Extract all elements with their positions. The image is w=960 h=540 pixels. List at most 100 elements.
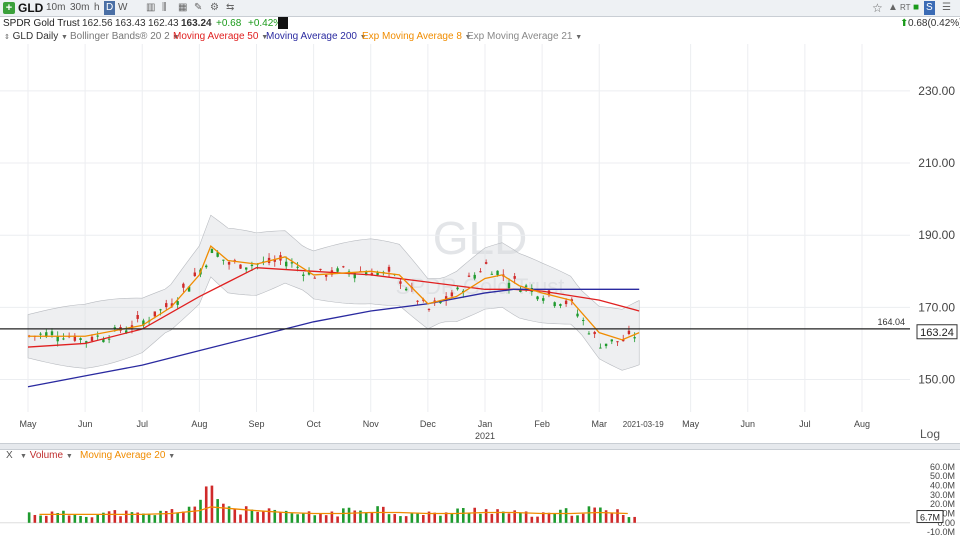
candle-body bbox=[542, 298, 545, 301]
menu-icon[interactable]: ☰ bbox=[942, 1, 951, 15]
volume-bar bbox=[587, 506, 591, 523]
line-style-icon[interactable]: ⫼ bbox=[162, 1, 167, 15]
volume-bar bbox=[296, 514, 299, 523]
close-volume-icon[interactable]: X bbox=[6, 449, 13, 462]
change-value: +0.68 bbox=[216, 18, 242, 29]
candle-body bbox=[524, 285, 528, 287]
chart-label[interactable]: ⇕ GLD Daily ▼ bbox=[4, 30, 68, 44]
month-tick-label: Aug bbox=[854, 419, 870, 429]
interval-10m[interactable]: 10m bbox=[46, 1, 65, 15]
candle-body bbox=[319, 268, 322, 270]
candle-body bbox=[159, 309, 162, 311]
candle-body bbox=[496, 270, 499, 276]
volume-bar bbox=[73, 514, 77, 523]
color-swatch[interactable] bbox=[278, 17, 288, 29]
candle-body bbox=[96, 335, 99, 337]
volume-chart[interactable]: 60.0M50.0M40.0M30.0M20.0M10.0M0.00-10.0M… bbox=[0, 462, 960, 540]
interval-30m[interactable]: 30m bbox=[70, 1, 89, 15]
volume-indicator[interactable]: ▼ Volume ▼ bbox=[20, 449, 73, 463]
month-tick-label: May bbox=[682, 419, 700, 429]
ohlc-open: 162.56 bbox=[82, 18, 113, 29]
month-tick-label: Nov bbox=[363, 419, 380, 429]
month-tick-label: Aug bbox=[191, 419, 207, 429]
indicator-ma50[interactable]: Moving Average 50 ▼ bbox=[173, 30, 268, 44]
alert-icon[interactable]: ▲ bbox=[888, 1, 898, 15]
candle-body bbox=[507, 282, 511, 289]
candle-body bbox=[342, 266, 345, 268]
candle-body bbox=[416, 300, 419, 302]
share-icon[interactable]: ■ bbox=[913, 1, 919, 15]
bollinger-bands bbox=[27, 214, 640, 371]
volume-bar bbox=[313, 515, 317, 523]
volume-bar bbox=[279, 512, 282, 523]
volume-bar bbox=[467, 513, 471, 523]
candle-body bbox=[513, 276, 516, 279]
volume-bar bbox=[44, 515, 48, 523]
chevron-down-icon: ▼ bbox=[168, 453, 176, 460]
candle-body bbox=[599, 347, 602, 349]
log-scale-toggle[interactable]: Log bbox=[920, 427, 940, 441]
volume-bar bbox=[33, 514, 37, 523]
candle-body bbox=[467, 275, 471, 277]
volume-bar bbox=[193, 506, 197, 523]
plus-icon[interactable]: + bbox=[3, 2, 15, 14]
price-tick-label: 190.00 bbox=[918, 228, 955, 242]
interval-h[interactable]: h bbox=[94, 1, 100, 15]
volume-ma-indicator[interactable]: Moving Average 20 ▼ bbox=[80, 449, 175, 463]
volume-bar bbox=[576, 515, 579, 523]
month-tick-label: Feb bbox=[534, 419, 550, 429]
candle-body bbox=[479, 271, 482, 273]
rt-icon[interactable]: RT bbox=[900, 1, 911, 15]
indicator-ma200[interactable]: Moving Average 200 ▼ bbox=[266, 30, 367, 44]
account-icon[interactable]: S bbox=[924, 1, 935, 15]
interval-d[interactable]: D bbox=[104, 1, 116, 15]
candle-body bbox=[404, 288, 408, 291]
star-icon[interactable]: ☆ bbox=[872, 1, 883, 15]
volume-bar bbox=[627, 517, 631, 523]
candle-body bbox=[182, 283, 185, 288]
indicator-bollinger[interactable]: Bollinger Bands® 20 2 ▼ bbox=[70, 30, 179, 44]
candle-body bbox=[90, 336, 94, 341]
price-chart[interactable]: GLD SPDR Gold Trust 150.00170.00190.0021… bbox=[0, 44, 960, 442]
month-tick-label: Jul bbox=[136, 419, 148, 429]
ohlc-low: 162.43 bbox=[148, 18, 179, 29]
volume-bar bbox=[107, 511, 111, 523]
candle-body bbox=[324, 275, 328, 277]
settings-icon[interactable]: ⚙ bbox=[210, 1, 219, 15]
candle-body bbox=[427, 308, 431, 310]
candle-body bbox=[153, 311, 157, 317]
month-tick-label: Sep bbox=[248, 419, 264, 429]
chevron-down-icon: ▼ bbox=[61, 34, 68, 41]
current-volume-label: 6.7M bbox=[920, 513, 940, 523]
interval-w[interactable]: W bbox=[118, 1, 127, 15]
time-axis: May Jun Jul Aug Sep Oct Nov Dec Jan Feb Mar May Jun J… bbox=[19, 419, 870, 441]
compare-icon[interactable]: ⇆ bbox=[226, 1, 234, 15]
volume-bar bbox=[376, 506, 379, 523]
volume-bar bbox=[616, 509, 619, 523]
volume-bar bbox=[404, 516, 408, 523]
candle-body bbox=[79, 338, 82, 341]
volume-bar bbox=[570, 515, 574, 523]
indicator-ema21[interactable]: Exp Moving Average 21 ▼ bbox=[467, 30, 582, 44]
volume-bar bbox=[239, 514, 242, 523]
month-tick-label: Dec bbox=[420, 419, 437, 429]
volume-bar bbox=[124, 510, 128, 523]
volume-bar bbox=[62, 510, 65, 523]
expand-icon: ⇕ bbox=[4, 34, 10, 41]
candle-body bbox=[56, 336, 59, 342]
volume-bar bbox=[84, 516, 88, 523]
month-tick-label: Oct bbox=[307, 419, 322, 429]
price-tick-label: 170.00 bbox=[918, 300, 955, 314]
volume-bar bbox=[27, 512, 31, 523]
volume-bar bbox=[599, 507, 602, 523]
volume-bar bbox=[250, 509, 254, 523]
volume-axis: 60.0M50.0M40.0M30.0M20.0M10.0M0.00-10.0M… bbox=[916, 462, 955, 537]
symbol-label[interactable]: GLD bbox=[18, 1, 43, 15]
chart-type-icon[interactable]: ▦ bbox=[178, 1, 187, 15]
volume-bar bbox=[222, 503, 225, 523]
volume-bar bbox=[484, 509, 488, 523]
month-tick-label: Jan bbox=[478, 419, 493, 429]
candle-style-icon[interactable]: ▥ bbox=[146, 1, 155, 15]
draw-pencil-icon[interactable]: ✎ bbox=[194, 1, 202, 15]
indicator-ema8[interactable]: Exp Moving Average 8 ▼ bbox=[362, 30, 472, 44]
